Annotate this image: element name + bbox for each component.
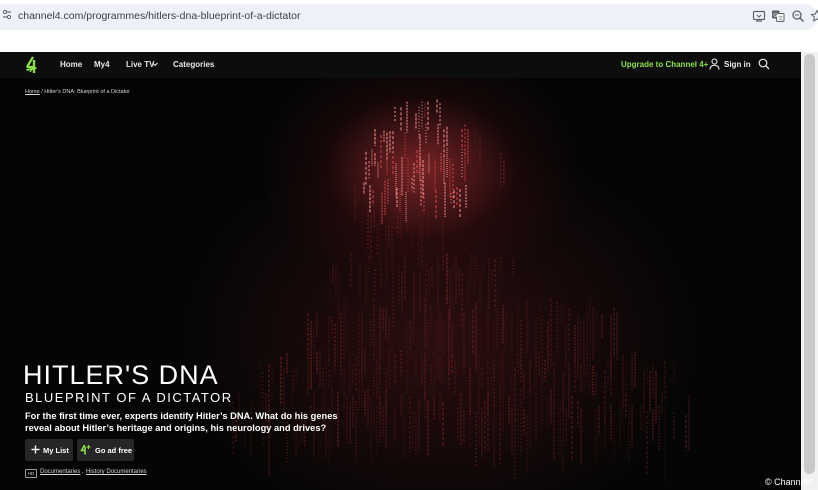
- cast-icon[interactable]: [752, 9, 766, 23]
- channel4-page: Home My4 Live TV Categories Upgrade to C…: [0, 52, 801, 490]
- star-icon[interactable]: [810, 9, 818, 23]
- programme-title: HITLER'S DNA: [23, 360, 219, 390]
- breadcrumb-current: Hitler's DNA: Blueprint of a Dictator: [44, 89, 130, 95]
- upgrade-link[interactable]: Upgrade to Channel 4+: [621, 60, 708, 69]
- nav-my4[interactable]: My4: [94, 60, 110, 69]
- breadcrumb-separator: /: [41, 89, 43, 95]
- nav-live-tv[interactable]: Live TV: [126, 60, 154, 69]
- my-list-button[interactable]: My List: [25, 439, 73, 461]
- translate-icon[interactable]: G 文: [771, 9, 785, 23]
- ad-free-icon: [80, 444, 91, 455]
- programme-hero: Home / Hitler's DNA: Blueprint of a Dict…: [0, 78, 801, 490]
- user-icon[interactable]: [709, 58, 720, 70]
- plus-icon: [31, 445, 40, 454]
- breadcrumb-home[interactable]: Home: [25, 89, 40, 95]
- signin-link[interactable]: Sign in: [724, 60, 751, 69]
- svg-text:G: G: [773, 13, 777, 19]
- nav-home[interactable]: Home: [60, 60, 82, 69]
- zoom-icon[interactable]: [791, 9, 805, 23]
- breadcrumb: Home / Hitler's DNA: Blueprint of a Dict…: [25, 89, 130, 95]
- channel4-logo[interactable]: [24, 56, 40, 74]
- genre-separator: ,: [82, 469, 84, 475]
- browser-spacer: [0, 34, 818, 52]
- nav-categories[interactable]: Categories: [173, 60, 214, 69]
- go-ad-free-button[interactable]: Go ad free: [77, 439, 134, 461]
- programme-subtitle: BLUEPRINT OF A DICTATOR: [25, 390, 233, 405]
- site-header: Home My4 Live TV Categories Upgrade to C…: [0, 52, 801, 78]
- search-icon[interactable]: [758, 58, 770, 70]
- browser-address-bar: channel4.com/programmes/hitlers-dna-blue…: [0, 0, 818, 34]
- tune-icon[interactable]: [2, 9, 12, 21]
- programme-description: For the first time ever, experts identif…: [25, 411, 338, 433]
- genre-link-documentaries[interactable]: Documentaries: [40, 469, 80, 475]
- go-ad-free-label: Go ad free: [95, 446, 133, 455]
- page-scrollbar-thumb[interactable]: [804, 54, 815, 474]
- genre-link-history-documentaries[interactable]: History Documentaries: [86, 469, 147, 475]
- url-text[interactable]: channel4.com/programmes/hitlers-dna-blue…: [18, 10, 300, 22]
- image-credit: © Channel4: [765, 477, 813, 487]
- my-list-label: My List: [43, 446, 69, 455]
- chevron-down-icon[interactable]: [152, 62, 158, 67]
- svg-text:文: 文: [778, 15, 783, 22]
- hd-badge: HD: [25, 469, 37, 478]
